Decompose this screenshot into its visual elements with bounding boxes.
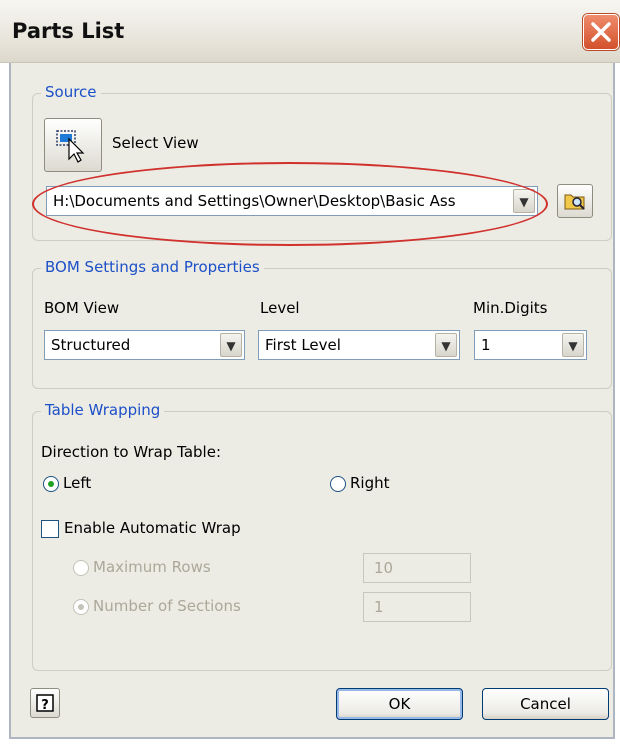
dropdown-arrow-icon[interactable]: ▼ [220, 333, 242, 357]
ok-label: OK [388, 695, 411, 713]
level-select[interactable]: First Level ▼ [258, 330, 460, 360]
close-icon [591, 22, 611, 42]
dropdown-arrow-icon[interactable]: ▼ [562, 333, 584, 357]
max-rows-label: Maximum Rows [93, 558, 211, 576]
select-view-icon [56, 130, 85, 163]
num-sections-field[interactable]: 1 [363, 592, 471, 622]
right-radio[interactable] [330, 476, 346, 492]
browse-button[interactable] [557, 184, 593, 218]
left-radio-label[interactable]: Left [63, 474, 91, 492]
enable-auto-wrap-label[interactable]: Enable Automatic Wrap [64, 519, 241, 537]
level-value: First Level [265, 336, 341, 354]
close-button[interactable] [583, 14, 619, 50]
help-icon: ? [36, 694, 54, 713]
bom-view-label: BOM View [44, 299, 120, 317]
enable-auto-wrap-checkbox[interactable] [41, 520, 59, 538]
min-digits-label: Min.Digits [473, 299, 548, 317]
left-radio[interactable] [43, 476, 59, 492]
ok-button[interactable]: OK [336, 688, 463, 720]
view-path-value: H:\Documents and Settings\Owner\Desktop\… [53, 192, 456, 210]
bom-view-value: Structured [51, 336, 131, 354]
title-bar[interactable]: Parts List [0, 0, 620, 63]
table-wrapping-legend: Table Wrapping [41, 401, 165, 419]
bom-view-select[interactable]: Structured ▼ [44, 330, 245, 360]
browse-folder-icon [564, 194, 585, 210]
source-group: Source [32, 83, 612, 241]
max-rows-radio[interactable] [73, 560, 89, 576]
right-radio-label[interactable]: Right [350, 474, 390, 492]
dropdown-arrow-icon[interactable]: ▼ [513, 189, 535, 213]
level-label: Level [260, 299, 300, 317]
num-sections-label: Number of Sections [93, 597, 241, 615]
max-rows-value: 10 [374, 559, 394, 577]
bom-group: BOM Settings and Properties [32, 258, 612, 389]
svg-text:?: ? [41, 698, 49, 713]
window-title: Parts List [12, 19, 125, 43]
direction-label: Direction to Wrap Table: [41, 443, 222, 461]
cancel-label: Cancel [520, 695, 571, 713]
dialog-body: Source Select View H:\Documents and Sett… [9, 63, 615, 739]
select-view-button[interactable] [44, 118, 102, 172]
view-path-combo[interactable]: H:\Documents and Settings\Owner\Desktop\… [46, 186, 538, 216]
help-button[interactable]: ? [30, 688, 60, 718]
dropdown-arrow-icon[interactable]: ▼ [435, 333, 457, 357]
num-sections-value: 1 [374, 598, 384, 616]
cancel-button[interactable]: Cancel [482, 688, 609, 720]
select-view-label: Select View [112, 134, 199, 152]
min-digits-select[interactable]: 1 ▼ [474, 330, 587, 360]
max-rows-field[interactable]: 10 [363, 553, 471, 583]
min-digits-value: 1 [481, 336, 491, 354]
parts-list-dialog: Parts List Source Select View H:\Documen… [0, 0, 620, 746]
source-legend: Source [41, 83, 101, 101]
num-sections-radio[interactable] [73, 599, 89, 615]
bom-legend: BOM Settings and Properties [41, 258, 264, 276]
